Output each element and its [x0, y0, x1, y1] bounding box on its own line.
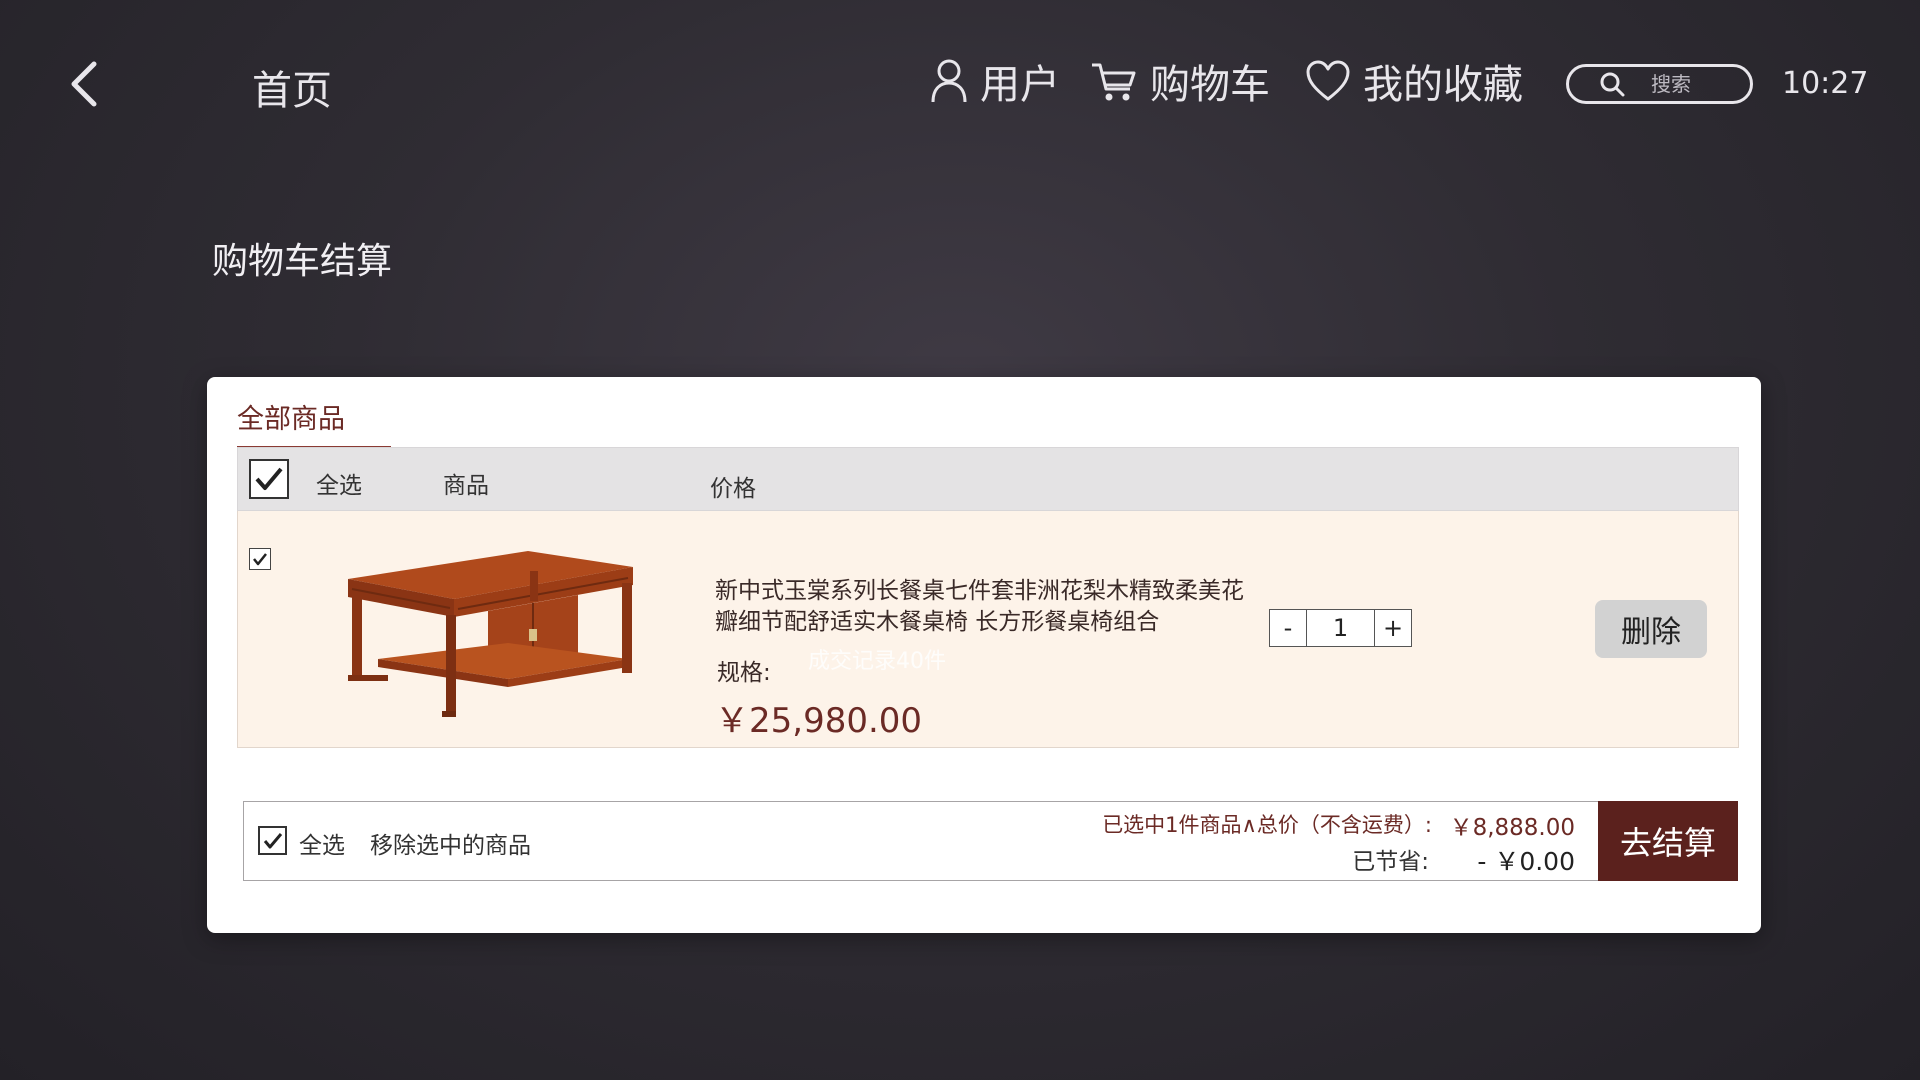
- footer-select-all-checkbox[interactable]: [258, 826, 287, 855]
- saved-label: 已节省:: [1352, 849, 1429, 875]
- search-icon: [1600, 72, 1625, 97]
- back-button[interactable]: [62, 58, 112, 110]
- checkout-button[interactable]: 去结算: [1598, 801, 1738, 881]
- cart-footer: 全选 移除选中的商品 已选中1件商品∧总价（不含运费）: ￥8,888.00 已…: [243, 801, 1738, 881]
- delete-button[interactable]: 删除: [1595, 600, 1707, 658]
- top-bar: 首页 用户 购物车 我的收藏 10:27: [0, 0, 1920, 170]
- quantity-stepper: - 1 +: [1269, 609, 1412, 647]
- table-header: 全选 商品 价格: [237, 447, 1739, 511]
- heart-icon: [1306, 60, 1350, 101]
- cart-icon: [1092, 63, 1136, 101]
- search-input[interactable]: [1651, 72, 1741, 96]
- search-box[interactable]: [1566, 64, 1753, 104]
- check-icon: [253, 553, 267, 566]
- check-icon: [263, 832, 282, 848]
- nav-user-label: 用户: [980, 62, 1060, 108]
- product-name[interactable]: 新中式玉棠系列长餐桌七件套非洲花梨木精致柔美花瓣细节配舒适实木餐桌椅 长方形餐桌…: [715, 576, 1245, 638]
- nav-cart-label: 购物车: [1150, 62, 1270, 108]
- check-icon: [255, 467, 283, 490]
- chevron-left-icon: [71, 61, 97, 107]
- saved-value: - ￥0.00: [1477, 847, 1575, 876]
- quantity-value[interactable]: 1: [1307, 610, 1374, 646]
- total-value: ￥8,888.00: [1449, 815, 1575, 841]
- select-all-checkbox[interactable]: [249, 459, 289, 499]
- column-price: 价格: [710, 476, 756, 502]
- page-title: 购物车结算: [212, 241, 393, 282]
- select-all-label: 全选: [316, 473, 362, 499]
- user-icon: [931, 59, 967, 103]
- nav-cart[interactable]: 购物车: [1090, 56, 1270, 108]
- sold-count: 成交记录40件: [808, 649, 946, 674]
- spec-label: 规格:: [717, 660, 771, 686]
- item-price: ￥25,980.00: [715, 701, 923, 741]
- quantity-increase-button[interactable]: +: [1374, 610, 1411, 646]
- nav-favorites-label: 我的收藏: [1363, 62, 1523, 108]
- item-checkbox[interactable]: [249, 548, 271, 570]
- tab-all-products[interactable]: 全部商品: [237, 397, 391, 448]
- footer-select-all-label: 全选: [299, 833, 345, 859]
- cart-panel: 全部商品 全选 商品 价格 新中式玉棠系列长餐桌七件套非洲花梨木精致柔美花瓣细节…: [207, 377, 1761, 933]
- quantity-decrease-button[interactable]: -: [1270, 610, 1307, 646]
- cart-item-row: 新中式玉棠系列长餐桌七件套非洲花梨木精致柔美花瓣细节配舒适实木餐桌椅 长方形餐桌…: [237, 511, 1739, 748]
- total-label: 已选中1件商品∧总价（不含运费）:: [1102, 813, 1432, 837]
- product-image[interactable]: [338, 551, 638, 721]
- remove-selected-link[interactable]: 移除选中的商品: [370, 826, 531, 860]
- nav-favorites[interactable]: 我的收藏: [1305, 56, 1523, 108]
- nav-user[interactable]: 用户: [930, 56, 1060, 108]
- home-link[interactable]: 首页: [252, 58, 332, 116]
- column-product: 商品: [443, 473, 489, 499]
- clock: 10:27: [1782, 66, 1869, 101]
